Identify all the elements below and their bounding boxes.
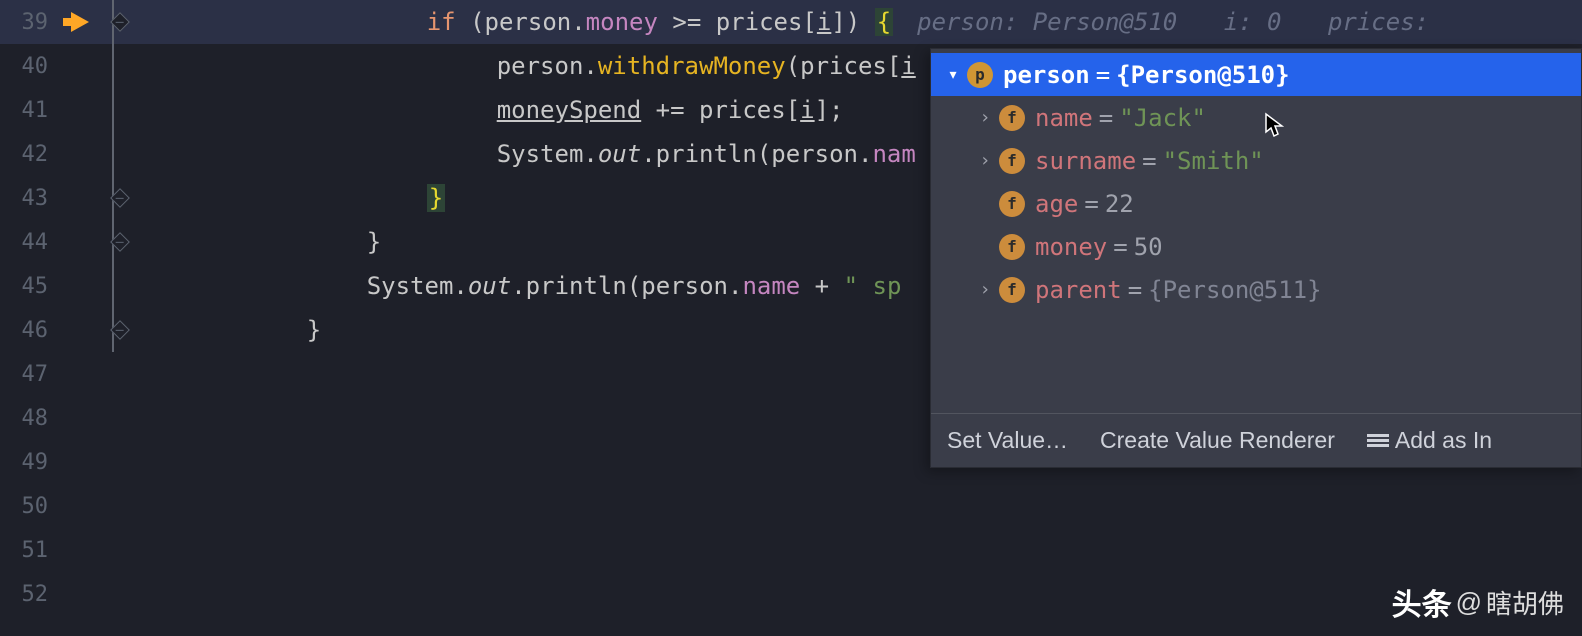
field-badge-icon: f [999, 277, 1025, 303]
variable-name: parent [1035, 276, 1122, 304]
line-number: 42 [0, 142, 60, 167]
line-number: 51 [0, 538, 60, 563]
variable-row-parent[interactable]: › f parent = {Person@511} [931, 268, 1581, 311]
line-number: 47 [0, 362, 60, 387]
code-line-51[interactable]: 51 [0, 528, 1582, 572]
watermark-brand: 头条 [1392, 580, 1452, 624]
settings-icon [1367, 430, 1389, 452]
line-number: 40 [0, 54, 60, 79]
variable-row-surname[interactable]: › f surname = "Smith" [931, 139, 1581, 182]
variable-name: surname [1035, 147, 1136, 175]
variable-value: {Person@511} [1148, 276, 1321, 304]
fold-marker-icon[interactable] [100, 323, 140, 337]
field-badge-icon: f [999, 191, 1025, 217]
scope-line [112, 132, 114, 176]
variable-value: 22 [1105, 190, 1134, 218]
execution-point-arrow-icon [60, 12, 100, 32]
field-badge-icon: f [999, 105, 1025, 131]
fold-marker-icon[interactable] [100, 15, 140, 29]
scope-line [112, 264, 114, 308]
chevron-right-icon[interactable]: › [971, 279, 999, 300]
param-badge-icon: p [967, 62, 993, 88]
variable-value: 50 [1134, 233, 1163, 261]
variable-name: age [1035, 190, 1078, 218]
inline-variable-hint: person: Person@510 i: 0 prices: [893, 8, 1429, 36]
variable-row-name[interactable]: › f name = "Jack" [931, 96, 1581, 139]
line-number: 44 [0, 230, 60, 255]
chevron-right-icon[interactable]: › [971, 107, 999, 128]
line-number: 50 [0, 494, 60, 519]
chevron-right-icon[interactable]: › [971, 150, 999, 171]
set-value-button[interactable]: Set Value… [931, 427, 1084, 454]
watermark-author: 瞎胡佛 [1486, 584, 1564, 621]
field-badge-icon: f [999, 148, 1025, 174]
variable-row-person[interactable]: ▾ p person = {Person@510} [931, 53, 1581, 96]
variable-name: name [1035, 104, 1093, 132]
variable-value: "Smith" [1163, 147, 1264, 175]
variables-tree[interactable]: ▾ p person = {Person@510} › f name = "Ja… [931, 49, 1581, 413]
field-badge-icon: f [999, 234, 1025, 260]
code-line-52[interactable]: 52 [0, 572, 1582, 616]
scope-line [112, 44, 114, 88]
variable-value: {Person@510} [1116, 61, 1289, 89]
variable-value: "Jack" [1119, 104, 1206, 132]
line-number: 39 [0, 10, 60, 35]
debug-variables-popup[interactable]: ▾ p person = {Person@510} › f name = "Ja… [930, 48, 1582, 468]
line-number: 43 [0, 186, 60, 211]
line-number: 52 [0, 582, 60, 607]
watermark: 头条 @瞎胡佛 [1392, 580, 1564, 624]
variable-row-money[interactable]: › f money = 50 [931, 225, 1581, 268]
popup-actions-bar: Set Value… Create Value Renderer Add as … [931, 413, 1581, 467]
fold-marker-icon[interactable] [100, 235, 140, 249]
code-line-50[interactable]: 50 [0, 484, 1582, 528]
create-renderer-button[interactable]: Create Value Renderer [1084, 427, 1351, 454]
line-number: 48 [0, 406, 60, 431]
chevron-down-icon[interactable]: ▾ [939, 64, 967, 85]
fold-marker-icon[interactable] [100, 191, 140, 205]
variable-name: person [1003, 61, 1090, 89]
line-number: 45 [0, 274, 60, 299]
line-number: 46 [0, 318, 60, 343]
add-as-button[interactable]: Add as In [1351, 427, 1508, 454]
line-number: 49 [0, 450, 60, 475]
variable-row-age[interactable]: › f age = 22 [931, 182, 1581, 225]
variable-name: money [1035, 233, 1107, 261]
scope-line [112, 88, 114, 132]
line-number: 41 [0, 98, 60, 123]
